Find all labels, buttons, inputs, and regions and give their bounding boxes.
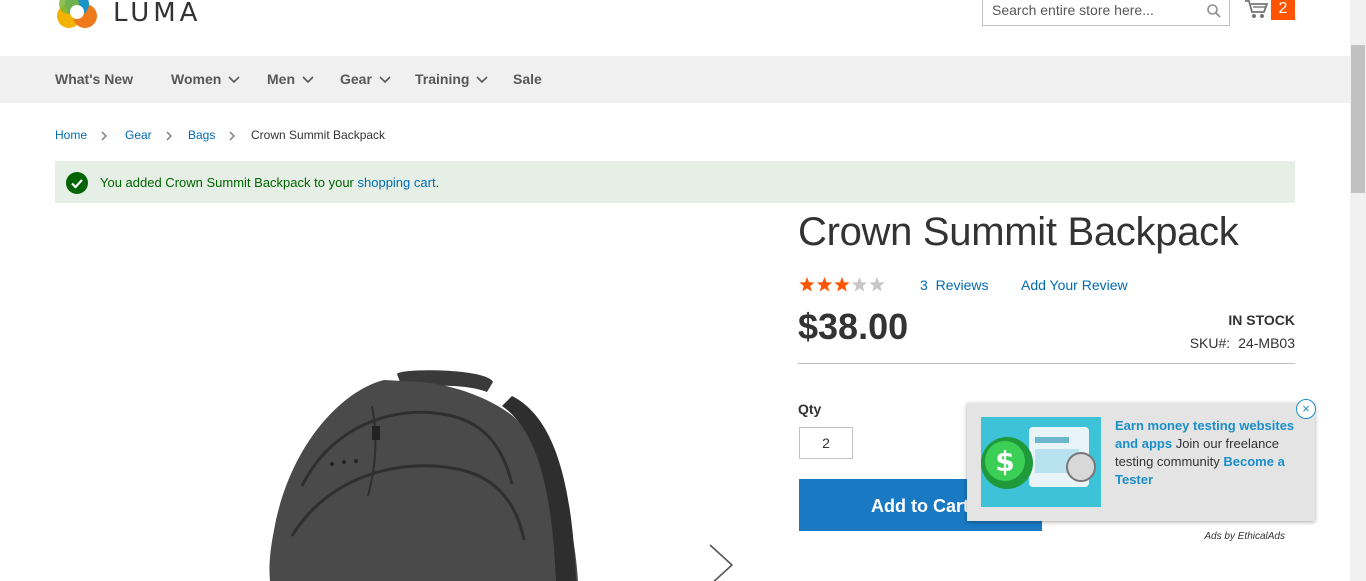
search-icon[interactable] — [1207, 4, 1221, 18]
chevron-down-icon — [302, 76, 314, 84]
reviews-label: Reviews — [935, 277, 989, 293]
add-review-link[interactable]: Add Your Review — [1021, 277, 1128, 293]
page: LUMA 2 What's New Women Men — [0, 0, 1350, 581]
qty-label: Qty — [798, 401, 822, 417]
nav-item-training[interactable]: Training — [415, 56, 489, 103]
chevron-down-icon — [379, 76, 391, 84]
shopping-cart-link[interactable]: shopping cart — [358, 175, 436, 190]
chevron-right-icon — [101, 131, 107, 141]
check-circle-icon — [66, 172, 88, 194]
store-logo[interactable]: LUMA — [55, 0, 201, 30]
breadcrumb-current: Crown Summit Backpack — [251, 128, 386, 142]
rating-stars — [799, 277, 885, 292]
star-icon — [869, 277, 885, 292]
reviews-link[interactable]: 3 Reviews — [920, 277, 988, 293]
message-text: You added Crown Summit Backpack to your … — [100, 175, 439, 190]
nav-label: Gear — [340, 71, 372, 87]
sku-label: SKU#: — [1189, 335, 1231, 351]
chevron-down-icon — [228, 76, 240, 84]
ad-credit[interactable]: Ads by EthicalAds — [1204, 531, 1285, 542]
minicart[interactable]: 2 — [1244, 0, 1296, 24]
ethical-ad[interactable]: $ Earn money testing websites and apps J… — [967, 403, 1315, 521]
luma-logo-icon — [57, 0, 97, 28]
cart-counter-badge: 2 — [1271, 0, 1295, 20]
ad-image: $ — [981, 417, 1101, 507]
nav-item-sale[interactable]: Sale — [513, 56, 542, 103]
breadcrumb-home[interactable]: Home — [55, 128, 87, 142]
stock-status: IN STOCK — [1228, 312, 1295, 328]
product-sku: SKU#: 24-MB03 — [1190, 335, 1295, 351]
nav-label: Sale — [513, 71, 542, 87]
scrollbar-thumb[interactable] — [1351, 45, 1365, 193]
nav-label: Men — [267, 71, 295, 87]
main-navigation: What's New Women Men Gear Training Sale — [0, 56, 1350, 103]
nav-label: Women — [171, 71, 222, 87]
product-image[interactable] — [262, 366, 582, 581]
product-title: Crown Summit Backpack — [798, 210, 1239, 254]
success-message: You added Crown Summit Backpack to your … — [55, 161, 1295, 203]
message-suffix: . — [435, 175, 440, 190]
divider — [798, 363, 1295, 364]
ad-text: Earn money testing websites and apps Joi… — [1115, 417, 1305, 489]
page-scrollbar[interactable] — [1350, 0, 1366, 581]
svg-text:$: $ — [995, 445, 1014, 478]
nav-item-gear[interactable]: Gear — [340, 56, 391, 103]
product-price: $38.00 — [798, 306, 909, 347]
gallery-next-arrow-icon[interactable] — [706, 543, 736, 581]
brand-name: LUMA — [113, 0, 202, 28]
star-icon — [834, 277, 850, 292]
nav-item-men[interactable]: Men — [267, 56, 314, 103]
reviews-count: 3 — [920, 277, 928, 293]
cart-icon — [1245, 0, 1268, 18]
qty-input[interactable] — [799, 427, 853, 459]
nav-item-whats-new[interactable]: What's New — [55, 56, 133, 103]
message-prefix: You added Crown Summit Backpack to your — [100, 175, 358, 190]
breadcrumb-bags[interactable]: Bags — [188, 128, 215, 142]
close-icon[interactable]: × — [1296, 399, 1316, 419]
chevron-down-icon — [476, 76, 489, 84]
star-icon — [799, 277, 815, 292]
sku-value: 24-MB03 — [1238, 335, 1295, 351]
star-icon — [816, 277, 833, 292]
nav-label: What's New — [55, 71, 134, 87]
search-input[interactable] — [983, 0, 1202, 25]
chevron-right-icon — [229, 131, 235, 141]
breadcrumb-gear[interactable]: Gear — [125, 128, 152, 142]
nav-item-women[interactable]: Women — [171, 56, 240, 103]
search-box — [982, 0, 1230, 26]
nav-label: Training — [415, 71, 470, 87]
chevron-right-icon — [166, 131, 172, 141]
star-icon — [851, 277, 868, 292]
